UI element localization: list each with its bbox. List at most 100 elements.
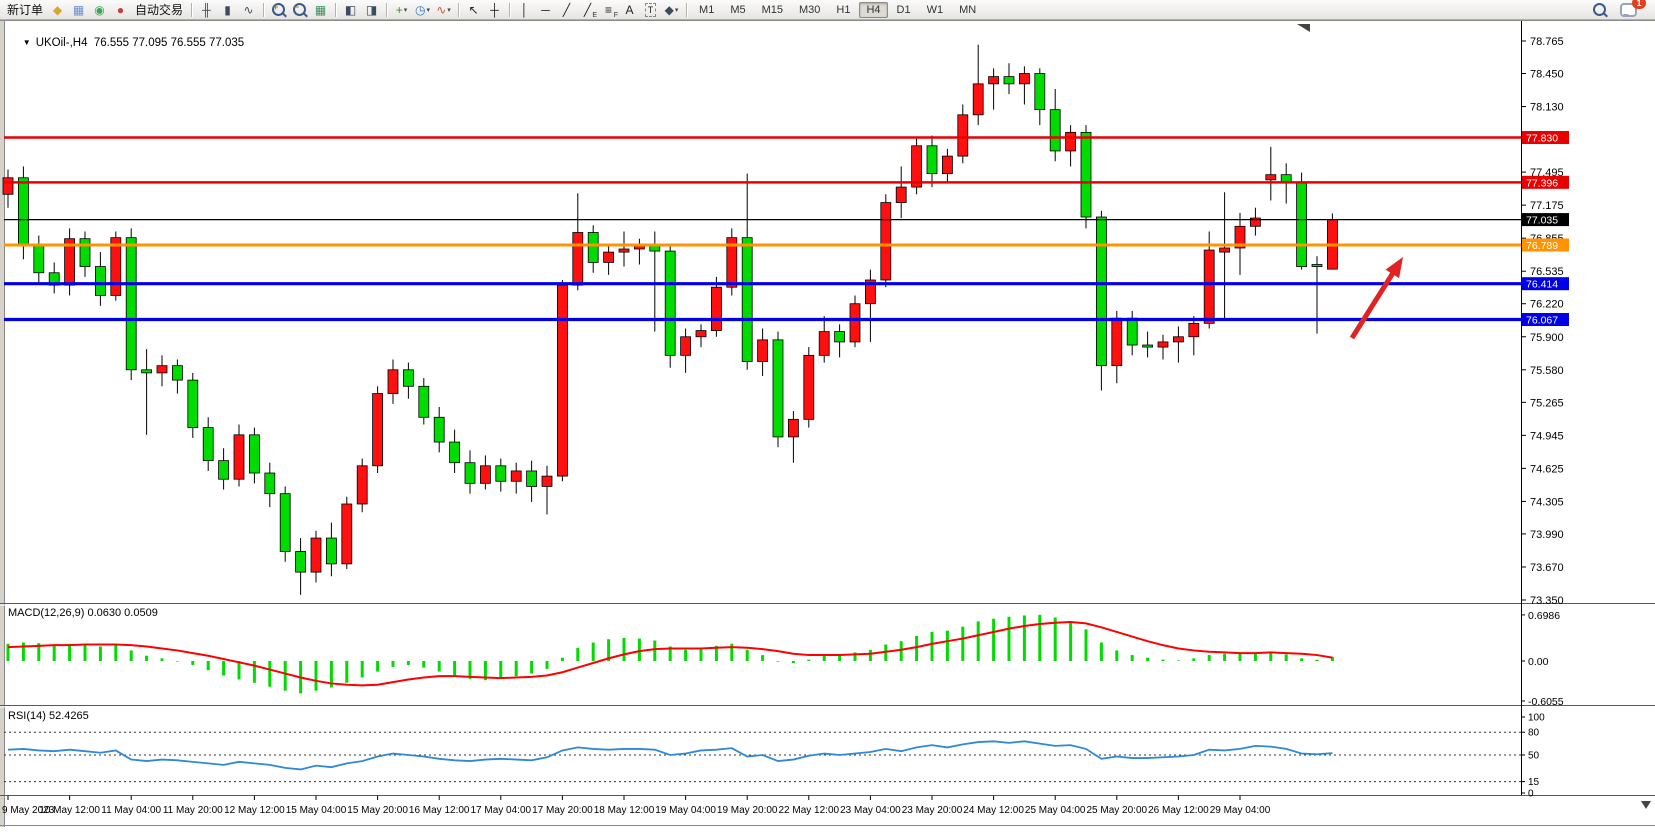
- svg-text:15: 15: [1528, 777, 1540, 788]
- svg-text:19 May 20:00: 19 May 20:00: [717, 805, 778, 816]
- text-icon[interactable]: A: [619, 0, 640, 19]
- toolbar-separator: [191, 3, 192, 17]
- svg-text:73.990: 73.990: [1530, 529, 1564, 541]
- macd-label: MACD(12,26,9) 0.0630 0.0509: [8, 607, 158, 619]
- candlestick-chart-icon-glyph: ▮: [224, 4, 231, 16]
- svg-text:-0.6055: -0.6055: [1528, 696, 1564, 708]
- chart-window: 78.76578.45078.13077.49577.17576.85576.5…: [0, 20, 1655, 827]
- svg-text:23 May 20:00: 23 May 20:00: [902, 805, 963, 816]
- toolbar-separator: [335, 3, 336, 17]
- arrows-shapes-icon[interactable]: ◆▾: [661, 0, 682, 19]
- svg-text:24 May 12:00: 24 May 12:00: [963, 805, 1024, 816]
- svg-text:75.580: 75.580: [1530, 365, 1564, 377]
- market-watch-icon[interactable]: ◉: [89, 0, 110, 19]
- rsi-label: RSI(14) 52.4265: [8, 710, 89, 722]
- svg-text:19 May 04:00: 19 May 04:00: [655, 805, 716, 816]
- text-label-icon[interactable]: T: [640, 0, 661, 19]
- svg-text:15 May 20:00: 15 May 20:00: [347, 805, 408, 816]
- timeframe-w1[interactable]: W1: [920, 2, 951, 18]
- zoom-in-icon[interactable]: +: [268, 0, 289, 19]
- svg-text:0: 0: [1528, 789, 1534, 800]
- svg-text:18 May 12:00: 18 May 12:00: [594, 805, 655, 816]
- new-order-stack-icon-glyph: ◆: [53, 4, 62, 16]
- chart-canvas[interactable]: 78.76578.45078.13077.49577.17576.85576.5…: [0, 20, 1655, 827]
- bar-chart-icon[interactable]: ╫: [196, 0, 217, 19]
- timeframe-h4[interactable]: H4: [859, 2, 887, 18]
- symbol-collapse-icon[interactable]: ▼: [23, 38, 31, 47]
- candlestick-chart-icon[interactable]: ▮: [217, 0, 238, 19]
- cursor-icon[interactable]: ↖: [463, 0, 484, 19]
- svg-text:75.265: 75.265: [1530, 397, 1564, 409]
- svg-text:17 May 20:00: 17 May 20:00: [532, 805, 593, 816]
- toolbar-separator: [509, 3, 510, 17]
- new-chart-icon[interactable]: +▾: [391, 0, 412, 19]
- indicators-icon[interactable]: ∿▾: [433, 0, 454, 19]
- crosshair-icon-glyph: ┼: [490, 4, 499, 16]
- profiles-icon-glyph: ▦: [73, 4, 84, 16]
- notifications-button[interactable]: 1: [1618, 0, 1639, 19]
- timeframe-m15[interactable]: M15: [755, 2, 790, 18]
- toolbar-separator: [263, 3, 264, 17]
- new-order-stack-icon[interactable]: ◆: [47, 0, 68, 19]
- zoom-out-icon[interactable]: −: [289, 0, 310, 19]
- auto-trading-icon-glyph: ●: [117, 4, 124, 16]
- timeframe-m5[interactable]: M5: [723, 2, 752, 18]
- timeframe-m30[interactable]: M30: [792, 2, 827, 18]
- auto-trading-button[interactable]: 自动交易: [131, 1, 187, 18]
- search-button[interactable]: [1589, 0, 1610, 19]
- market-watch-icon-glyph: ◉: [94, 4, 104, 16]
- svg-text:17 May 04:00: 17 May 04:00: [470, 805, 531, 816]
- fibonacci-icon-glyph: ≡: [605, 4, 612, 16]
- dropdown-arrow-icon: ▾: [427, 6, 431, 14]
- timeframe-m1[interactable]: M1: [692, 2, 721, 18]
- trendline-icon[interactable]: ╱: [556, 0, 577, 19]
- period-clock-icon[interactable]: ◷▾: [412, 0, 433, 19]
- svg-text:76.535: 76.535: [1530, 266, 1564, 278]
- crosshair-icon[interactable]: ┼: [484, 0, 505, 19]
- tile-windows-icon-glyph: ▦: [315, 4, 326, 16]
- fibonacci-icon[interactable]: ≡F: [598, 0, 619, 19]
- dropdown-arrow-icon: ▾: [675, 6, 679, 14]
- data-window-icon[interactable]: ◧: [340, 0, 361, 19]
- svg-text:77.175: 77.175: [1530, 200, 1564, 212]
- profiles-icon[interactable]: ▦: [68, 0, 89, 19]
- vertical-line-icon-glyph: │: [521, 4, 529, 16]
- toolbar-right-group: 1: [1589, 0, 1655, 19]
- navigator-icon-glyph: ◨: [366, 4, 377, 16]
- new-chart-icon-glyph: +: [396, 4, 403, 16]
- svg-text:76.220: 76.220: [1530, 299, 1564, 311]
- svg-text:100: 100: [1528, 713, 1545, 724]
- text-icon-glyph: A: [626, 4, 634, 16]
- svg-text:73.670: 73.670: [1530, 562, 1564, 574]
- timeframe-d1[interactable]: D1: [890, 2, 918, 18]
- zoom-sign: −: [294, 2, 299, 12]
- svg-text:12 May 12:00: 12 May 12:00: [224, 805, 285, 816]
- svg-text:50: 50: [1528, 751, 1540, 762]
- horizontal-line-icon[interactable]: ─: [535, 0, 556, 19]
- timeframe-h1[interactable]: H1: [829, 2, 857, 18]
- timeframe-mn[interactable]: MN: [952, 2, 983, 18]
- svg-text:76.414: 76.414: [1526, 279, 1558, 291]
- new-order-button[interactable]: 新订单: [3, 1, 47, 18]
- equidistant-channel-icon[interactable]: ╱E: [577, 0, 598, 19]
- line-chart-icon-glyph: ∿: [244, 4, 254, 16]
- indicators-icon-glyph: ∿: [436, 4, 446, 16]
- vertical-line-icon[interactable]: │: [514, 0, 535, 19]
- line-chart-icon[interactable]: ∿: [238, 0, 259, 19]
- svg-text:73.350: 73.350: [1530, 595, 1564, 607]
- auto-trading-icon[interactable]: ●: [110, 0, 131, 19]
- svg-text:74.945: 74.945: [1530, 430, 1564, 442]
- equidistant-channel-icon-glyph: ╱: [584, 4, 591, 16]
- toolbar-separator: [386, 3, 387, 17]
- svg-text:26 May 12:00: 26 May 12:00: [1148, 805, 1209, 816]
- dropdown-arrow-icon: ▾: [447, 6, 451, 14]
- svg-text:78.765: 78.765: [1530, 36, 1564, 48]
- fibonacci-icon-sub: F: [614, 12, 618, 19]
- arrows-shapes-icon-glyph: ◆: [665, 4, 674, 16]
- cursor-icon-glyph: ↖: [469, 4, 479, 16]
- svg-text:75.900: 75.900: [1530, 332, 1564, 344]
- navigator-icon[interactable]: ◨: [361, 0, 382, 19]
- search-icon: [1593, 3, 1606, 16]
- svg-text:25 May 20:00: 25 May 20:00: [1086, 805, 1147, 816]
- tile-windows-icon[interactable]: ▦: [310, 0, 331, 19]
